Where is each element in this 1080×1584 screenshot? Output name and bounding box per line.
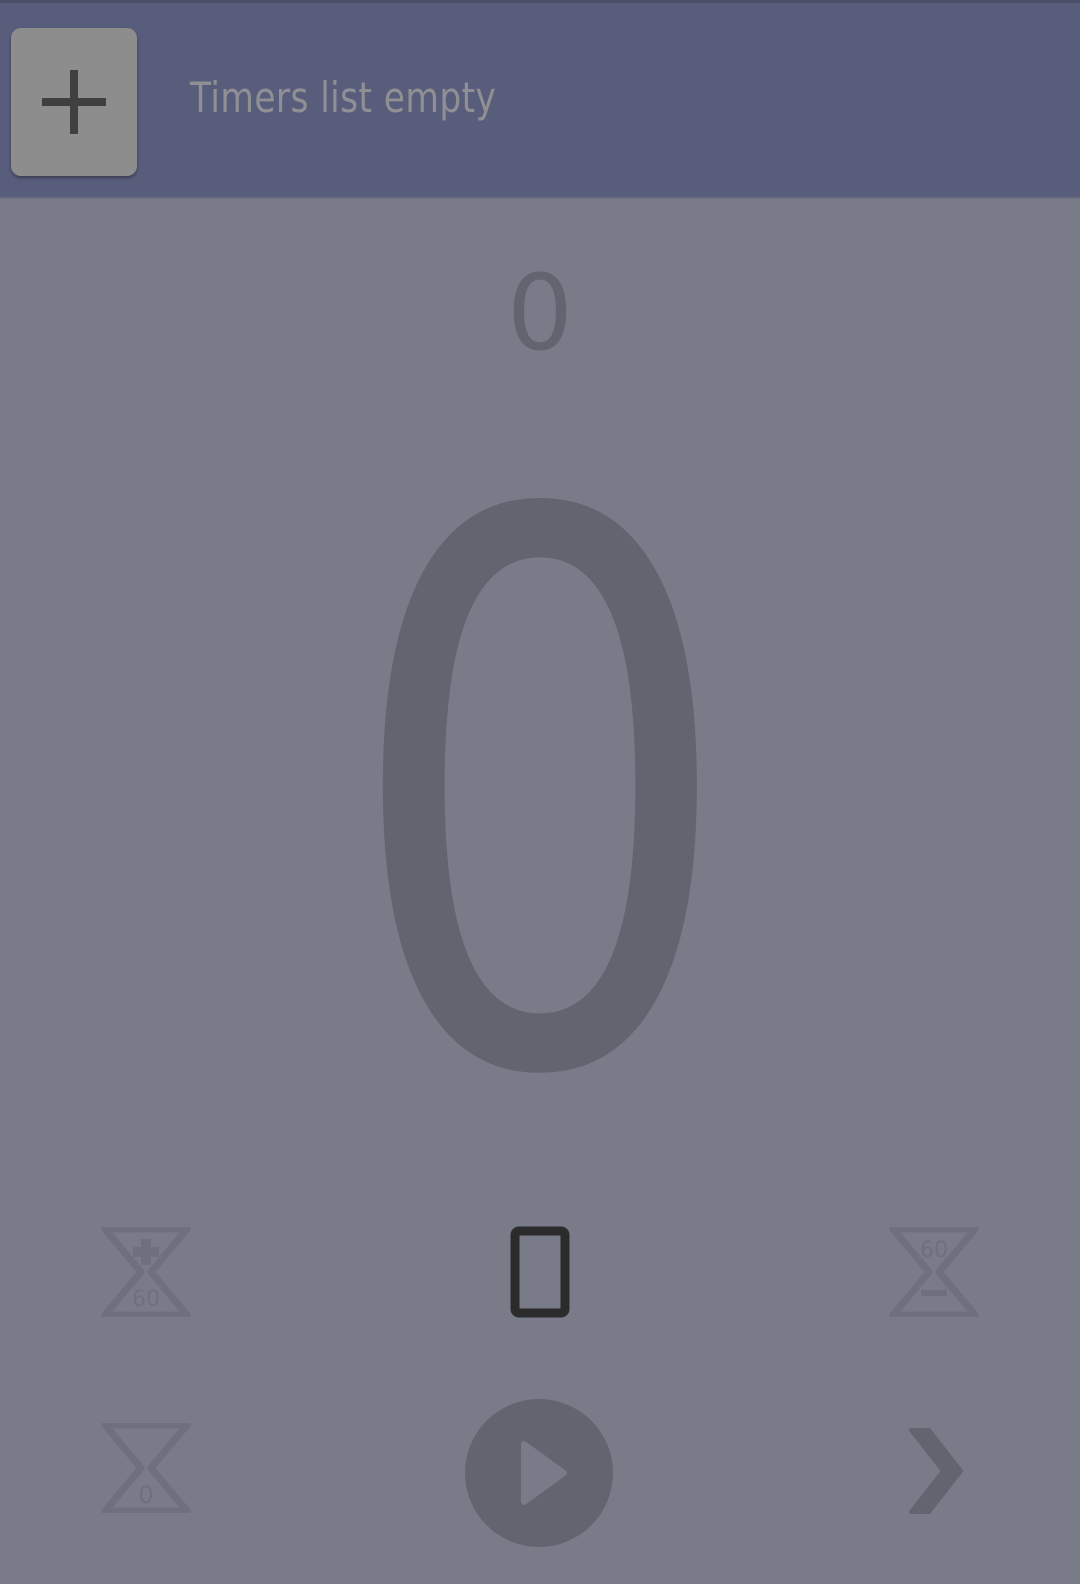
next-button[interactable] <box>900 1424 970 1518</box>
play-button[interactable] <box>464 1398 614 1548</box>
add-timer-button[interactable] <box>11 28 137 176</box>
chevron-right-icon <box>909 1428 963 1514</box>
phone-screen-icon <box>510 1226 570 1318</box>
reset-button[interactable]: 0 <box>96 1422 196 1514</box>
hourglass-zero-icon: 0 <box>101 1423 191 1513</box>
svg-text:0: 0 <box>138 1481 153 1509</box>
timers-list-status: Timers list empty <box>190 73 497 122</box>
subtract-60-button[interactable]: 60 <box>884 1226 984 1318</box>
plus-icon <box>42 70 106 134</box>
hourglass-plus-60-icon: 60 <box>101 1227 191 1317</box>
svg-text:60: 60 <box>132 1287 160 1312</box>
screen-toggle-button[interactable] <box>500 1226 580 1318</box>
hourglass-minus-60-icon: 60 <box>889 1227 979 1317</box>
play-icon <box>465 1399 613 1547</box>
add-60-button[interactable]: 60 <box>96 1226 196 1318</box>
timer-count-large: 0 <box>341 358 739 1242</box>
svg-text:60: 60 <box>920 1238 948 1263</box>
timer-count-small: 0 <box>506 252 574 374</box>
app-header: Timers list empty <box>0 0 1080 199</box>
